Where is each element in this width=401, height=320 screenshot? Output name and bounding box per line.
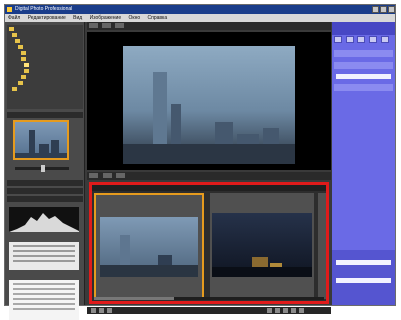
tree-item[interactable] <box>12 32 19 37</box>
menu-view[interactable]: Вид <box>73 15 82 21</box>
meta-line <box>13 288 75 290</box>
folder-icon <box>15 38 20 43</box>
meta-line <box>13 308 75 310</box>
palette-tab[interactable] <box>357 36 366 43</box>
meta-line <box>13 298 75 300</box>
folder-icon <box>21 50 26 55</box>
tool-palette-tabs <box>334 36 393 44</box>
building-shape <box>15 153 67 158</box>
maximize-button[interactable] <box>380 6 387 13</box>
palette-tab[interactable] <box>334 36 342 43</box>
palette-field[interactable] <box>336 260 391 265</box>
left-panel <box>5 22 85 320</box>
toolbar-button[interactable] <box>89 173 98 178</box>
building-shape <box>100 265 198 277</box>
palette-lower-section <box>332 250 395 305</box>
folder-icon <box>12 86 17 91</box>
tree-item[interactable] <box>24 68 31 73</box>
navigator-thumbnail[interactable] <box>13 120 69 160</box>
palette-field[interactable] <box>336 278 391 283</box>
tree-item[interactable] <box>21 74 28 79</box>
tree-item[interactable] <box>15 38 22 43</box>
thumbnail-image <box>100 217 198 277</box>
toolbar-button[interactable] <box>115 23 125 28</box>
menu-help[interactable]: Справка <box>148 15 168 21</box>
window-title: Digital Photo Professional <box>15 6 73 12</box>
folder-icon <box>21 74 26 79</box>
histogram-graph <box>9 213 79 232</box>
histogram-shape <box>9 213 79 232</box>
image-viewer[interactable] <box>87 32 331 170</box>
main-photo <box>123 46 295 164</box>
title-bar: Digital Photo Professional <box>5 5 395 14</box>
info-line <box>13 245 75 247</box>
tree-item[interactable] <box>18 80 25 85</box>
main-area <box>87 22 331 314</box>
tree-item-selected[interactable] <box>24 62 31 67</box>
palette-tab[interactable] <box>369 36 378 43</box>
tree-item[interactable] <box>21 50 28 55</box>
viewer-tools-bar <box>87 172 331 180</box>
menu-image[interactable]: Изображение <box>90 15 122 21</box>
meta-line <box>13 283 75 285</box>
filmstrip-scrollbar[interactable] <box>94 297 324 300</box>
tree-item[interactable] <box>9 26 16 31</box>
meta-line <box>13 293 75 295</box>
metadata-box <box>9 280 79 320</box>
panel-header-histogram[interactable] <box>7 180 83 186</box>
zoom-slider[interactable] <box>15 165 69 172</box>
tree-item[interactable] <box>21 56 28 61</box>
thumbnail-item-selected[interactable] <box>94 193 204 299</box>
folder-icon <box>24 62 29 67</box>
tree-item[interactable] <box>12 86 19 91</box>
image-info-box <box>9 242 79 270</box>
info-line <box>13 260 75 262</box>
palette-row <box>334 62 393 69</box>
thumbnail-item[interactable] <box>210 193 314 299</box>
building-shape <box>212 267 312 277</box>
info-line <box>13 250 75 252</box>
panel-header-tool-2[interactable] <box>7 196 83 202</box>
folder-icon <box>18 44 23 49</box>
folder-icon <box>21 56 26 61</box>
folder-icon <box>18 80 23 85</box>
palette-row <box>334 50 393 57</box>
menu-file[interactable]: Файл <box>8 15 20 21</box>
app-icon <box>7 7 12 12</box>
toolbar-button[interactable] <box>116 173 126 178</box>
thumbnail-filmstrip <box>89 182 329 304</box>
palette-field[interactable] <box>336 74 391 79</box>
scrollbar-thumb[interactable] <box>94 297 174 300</box>
toolbar-button[interactable] <box>89 23 98 28</box>
thumbnail-image <box>212 213 312 277</box>
folder-icon <box>9 26 14 31</box>
folder-icon <box>24 68 29 73</box>
filmstrip-header <box>92 185 326 191</box>
zoom-slider-knob[interactable] <box>41 165 45 172</box>
app-window: Digital Photo Professional Файл Редактир… <box>4 4 396 320</box>
palette-tab[interactable] <box>345 36 354 43</box>
viewer-toolbar <box>87 22 331 30</box>
tree-item[interactable] <box>18 44 25 49</box>
palette-tab[interactable] <box>380 36 389 43</box>
histogram <box>9 207 79 232</box>
menu-edit[interactable]: Редактирование <box>28 15 66 21</box>
tool-palette-header <box>332 22 395 35</box>
thumbnail-item[interactable] <box>318 193 326 299</box>
folder-tree <box>7 25 83 109</box>
close-button[interactable] <box>388 6 395 13</box>
minimize-button[interactable] <box>372 6 379 13</box>
panel-header-tool-1[interactable] <box>7 188 83 194</box>
building-shape <box>123 144 295 164</box>
navigator-header[interactable] <box>7 112 83 118</box>
palette-row <box>334 84 393 91</box>
menu-window[interactable]: Окно <box>129 15 141 21</box>
toolbar-button[interactable] <box>102 173 112 178</box>
toolbar-button[interactable] <box>102 23 112 28</box>
menu-bar: Файл Редактирование Вид Изображение Окно… <box>5 14 395 22</box>
meta-line <box>13 303 75 305</box>
folder-icon <box>12 32 17 37</box>
right-tool-palette <box>332 22 395 305</box>
info-line <box>13 255 75 257</box>
